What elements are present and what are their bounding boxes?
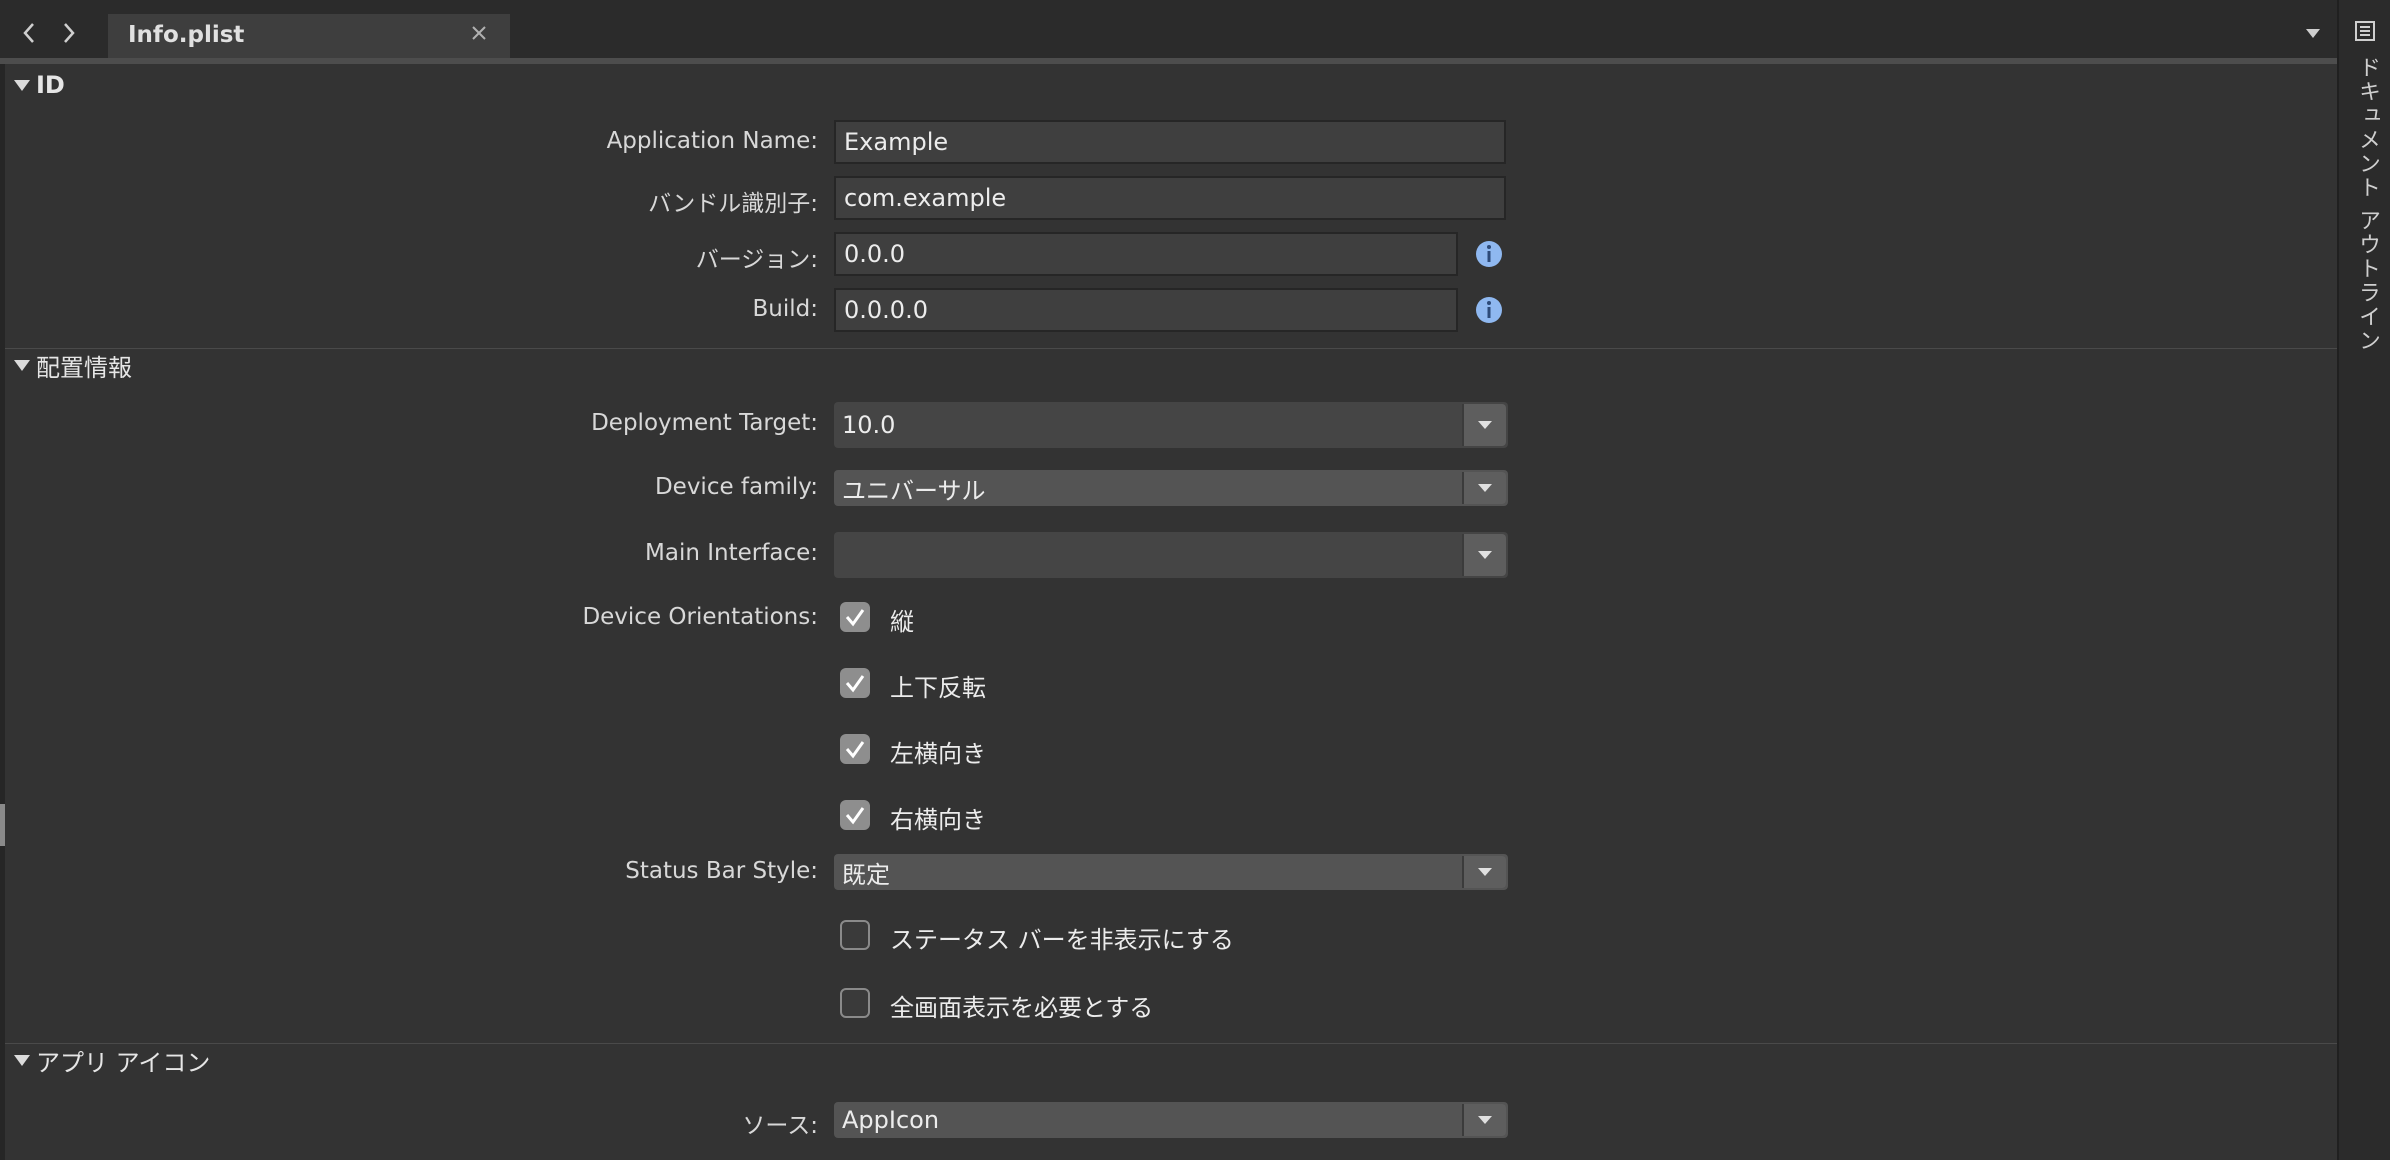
orientation-landscape-left-label[interactable]: 左横向き (890, 734, 986, 769)
build-value: 0.0.0.0 (844, 296, 928, 324)
status-bar-style-label: Status Bar Style: (625, 858, 818, 884)
deployment-target-label: Deployment Target: (591, 410, 818, 436)
device-orientations-label: Device Orientations: (582, 604, 818, 630)
status-bar-style-value: 既定 (842, 860, 890, 889)
section-title: ID (36, 71, 65, 99)
checkmark-icon (845, 675, 865, 693)
device-family-value: ユニバーサル (842, 476, 986, 505)
tab-title: Info.plist (128, 22, 245, 48)
orientation-landscape-right-checkbox[interactable] (840, 800, 870, 830)
version-value: 0.0.0 (844, 240, 906, 268)
device-family-label: Device family: (654, 474, 818, 500)
orientation-upside-down-label[interactable]: 上下反転 (890, 668, 986, 703)
bundle-id-label: バンドル識別子: (648, 191, 818, 217)
app-name-value: Example (844, 128, 949, 156)
main-interface-combo[interactable] (834, 532, 1508, 578)
tab-bar: Info.plist (0, 0, 2337, 58)
splitter-handle[interactable] (0, 804, 5, 846)
hide-status-bar-checkbox[interactable] (840, 920, 870, 950)
bundle-id-field[interactable]: com.example (834, 176, 1506, 220)
icon-source-select[interactable]: AppIcon (834, 1102, 1508, 1138)
section-title: 配置情報 (36, 353, 132, 382)
main-interface-label: Main Interface: (645, 540, 818, 566)
deployment-target-value[interactable]: 10.0 (842, 402, 895, 448)
app-name-label: Application Name: (606, 128, 818, 154)
section-divider (5, 348, 2337, 349)
tab-info-plist[interactable]: Info.plist (108, 14, 510, 58)
section-id-header[interactable]: ID (14, 68, 65, 102)
chevron-down-icon (1478, 421, 1492, 429)
chevron-down-icon (1478, 484, 1492, 492)
deployment-target-dropdown-button[interactable] (1462, 404, 1506, 446)
checkmark-icon (845, 741, 865, 759)
device-family-dropdown-button[interactable] (1462, 472, 1506, 504)
build-info-icon[interactable] (1474, 295, 1504, 325)
requires-full-screen-label[interactable]: 全画面表示を必要とする (890, 988, 1153, 1023)
chevron-down-icon (1478, 1116, 1492, 1124)
orientation-landscape-left-checkbox[interactable] (840, 734, 870, 764)
main-interface-dropdown-button[interactable] (1462, 534, 1506, 576)
left-gutter (0, 64, 5, 1160)
build-field[interactable]: 0.0.0.0 (834, 288, 1458, 332)
icon-source-label: ソース: (742, 1113, 818, 1139)
version-label: バージョン: (695, 247, 818, 273)
version-info-icon[interactable] (1474, 239, 1504, 269)
document-outline-sidebar[interactable]: ドキュメント アウトライン (2337, 0, 2390, 1160)
requires-full-screen-checkbox[interactable] (840, 988, 870, 1018)
device-family-select[interactable]: ユニバーサル (834, 470, 1508, 506)
checkmark-icon (845, 609, 865, 627)
hide-status-bar-label[interactable]: ステータス バーを非表示にする (890, 920, 1234, 955)
section-divider (5, 1043, 2337, 1044)
status-bar-style-select[interactable]: 既定 (834, 854, 1508, 890)
orientation-portrait-checkbox[interactable] (840, 602, 870, 632)
section-app-icon-header[interactable]: アプリ アイコン (14, 1043, 210, 1077)
chevron-down-icon (1478, 551, 1492, 559)
document-outline-label[interactable]: ドキュメント アウトライン (2351, 56, 2383, 353)
deployment-target-combo[interactable]: 10.0 (834, 402, 1508, 448)
disclosure-triangle-icon[interactable] (14, 358, 30, 372)
build-label: Build: (752, 296, 819, 322)
bundle-id-value: com.example (844, 184, 1007, 212)
tab-divider (0, 58, 2337, 64)
chevron-down-icon (1478, 868, 1492, 876)
close-icon[interactable] (470, 24, 488, 42)
icon-source-value: AppIcon (842, 1106, 940, 1134)
status-bar-style-dropdown-button[interactable] (1462, 856, 1506, 888)
forward-arrow-icon[interactable] (54, 18, 84, 48)
app-name-field[interactable]: Example (834, 120, 1506, 164)
orientation-landscape-right-label[interactable]: 右横向き (890, 800, 986, 835)
document-outline-icon[interactable] (2354, 20, 2376, 42)
section-title: アプリ アイコン (36, 1048, 211, 1077)
tab-list-chevron-down-icon[interactable] (2304, 26, 2322, 40)
back-arrow-icon[interactable] (14, 18, 44, 48)
checkmark-icon (845, 807, 865, 825)
disclosure-triangle-icon[interactable] (14, 78, 30, 92)
section-deployment-header[interactable]: 配置情報 (14, 348, 132, 382)
icon-source-dropdown-button[interactable] (1462, 1104, 1506, 1136)
orientation-portrait-label[interactable]: 縦 (890, 602, 914, 637)
disclosure-triangle-icon[interactable] (14, 1053, 30, 1067)
orientation-upside-down-checkbox[interactable] (840, 668, 870, 698)
version-field[interactable]: 0.0.0 (834, 232, 1458, 276)
